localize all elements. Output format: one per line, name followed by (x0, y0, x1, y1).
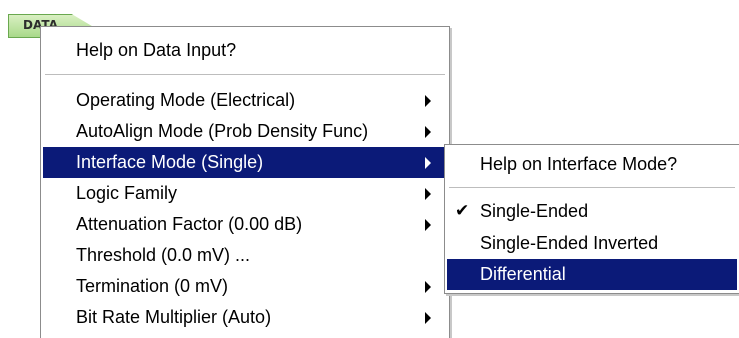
menu-item-autoalign-mode[interactable]: AutoAlign Mode (Prob Density Func) (43, 116, 447, 147)
menu-item-single-ended[interactable]: ✔ Single-Ended (447, 196, 737, 227)
menu-item-label: Operating Mode (Electrical) (76, 90, 296, 110)
menu-item-label: Logic Family (76, 183, 178, 203)
menu-item-threshold[interactable]: Threshold (0.0 mV) ... (43, 240, 447, 271)
menu-separator (449, 187, 735, 188)
menu-item-help-interface-mode[interactable]: Help on Interface Mode? (447, 149, 737, 180)
menu-item-label: Interface Mode (Single) (76, 152, 264, 172)
submenu-arrow-icon (425, 219, 431, 231)
menu-item-label: Help on Data Input? (76, 40, 237, 60)
menu-item-label: Differential (480, 264, 566, 284)
submenu-arrow-icon (425, 95, 431, 107)
menu-item-bit-rate-multiplier[interactable]: Bit Rate Multiplier (Auto) (43, 302, 447, 333)
menu-item-interface-mode[interactable]: Interface Mode (Single) (43, 147, 447, 178)
menu-separator (45, 74, 445, 75)
menu-item-label: Help on Interface Mode? (480, 154, 678, 174)
checkmark-icon: ✔ (455, 201, 470, 220)
submenu-arrow-icon (425, 126, 431, 138)
menu-item-operating-mode[interactable]: Operating Mode (Electrical) (43, 85, 447, 116)
data-input-context-menu: Help on Data Input? Operating Mode (Elec… (40, 26, 450, 338)
menu-item-termination[interactable]: Termination (0 mV) (43, 271, 447, 302)
menu-item-label: Attenuation Factor (0.00 dB) (76, 214, 303, 234)
menu-item-label: AutoAlign Mode (Prob Density Func) (76, 121, 369, 141)
submenu-arrow-icon (425, 157, 431, 169)
menu-item-label: Single-Ended (480, 201, 589, 221)
menu-item-attenuation-factor[interactable]: Attenuation Factor (0.00 dB) (43, 209, 447, 240)
menu-item-label: Single-Ended Inverted (480, 233, 659, 253)
submenu-arrow-icon (425, 188, 431, 200)
menu-item-differential[interactable]: Differential (447, 259, 737, 290)
submenu-arrow-icon (425, 281, 431, 293)
menu-item-logic-family[interactable]: Logic Family (43, 178, 447, 209)
menu-item-help-data-input[interactable]: Help on Data Input? (43, 35, 447, 66)
menu-item-single-ended-inverted[interactable]: Single-Ended Inverted (447, 228, 737, 259)
interface-mode-submenu: Help on Interface Mode? ✔ Single-Ended S… (444, 144, 739, 294)
menu-item-label: Bit Rate Multiplier (Auto) (76, 307, 272, 327)
menu-item-label: Threshold (0.0 mV) ... (76, 245, 251, 265)
submenu-arrow-icon (425, 312, 431, 324)
menu-item-label: Termination (0 mV) (76, 276, 229, 296)
